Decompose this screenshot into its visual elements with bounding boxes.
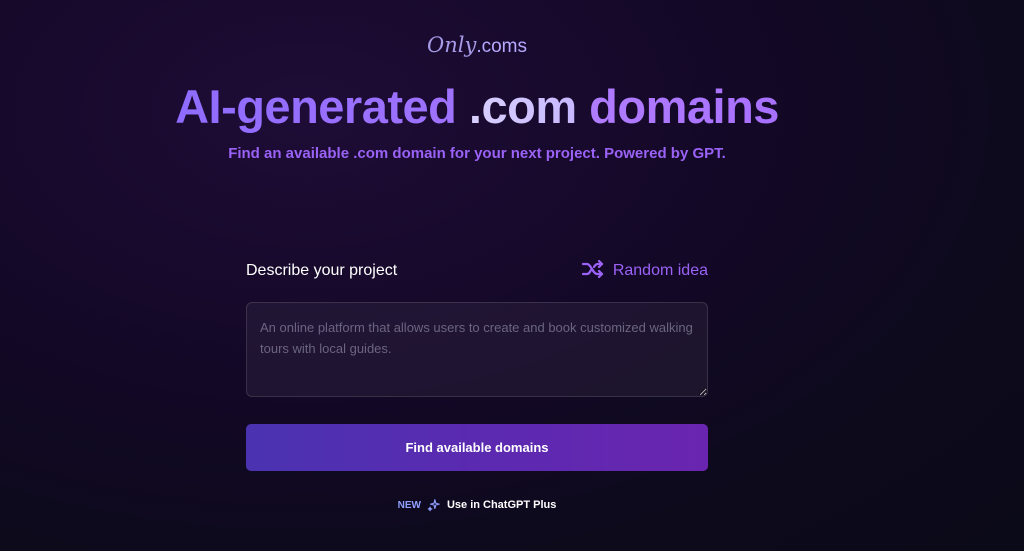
- logo-script-text: Only: [426, 33, 477, 57]
- random-idea-button[interactable]: Random idea: [581, 259, 708, 283]
- logo-suffix-text: .coms: [476, 36, 527, 57]
- hero-title-part-b: .com: [468, 80, 577, 133]
- project-description-input[interactable]: [246, 302, 708, 397]
- form-header: Describe your project Random idea: [246, 256, 708, 286]
- hero-subtitle: Find an available .com domain for your n…: [228, 145, 726, 162]
- hero-title-part-c: domains: [589, 80, 779, 133]
- project-form: Describe your project Random idea Find a…: [246, 256, 708, 471]
- site-logo[interactable]: Only.coms: [0, 30, 954, 62]
- project-description-label: Describe your project: [246, 262, 398, 279]
- hero-title-part-a: AI-generated: [175, 80, 457, 133]
- hero-title: AI-generated .com domains: [0, 79, 954, 135]
- shuffle-icon: [581, 259, 605, 283]
- use-in-chatgpt-link[interactable]: Use in ChatGPT Plus: [447, 499, 556, 511]
- random-idea-label: Random idea: [612, 262, 708, 279]
- new-badge: NEW: [397, 499, 421, 511]
- chatgpt-promo: NEW Use in ChatGPT Plus: [0, 498, 954, 512]
- sparkle-icon: [427, 498, 441, 512]
- find-domains-button[interactable]: Find available domains: [246, 424, 708, 471]
